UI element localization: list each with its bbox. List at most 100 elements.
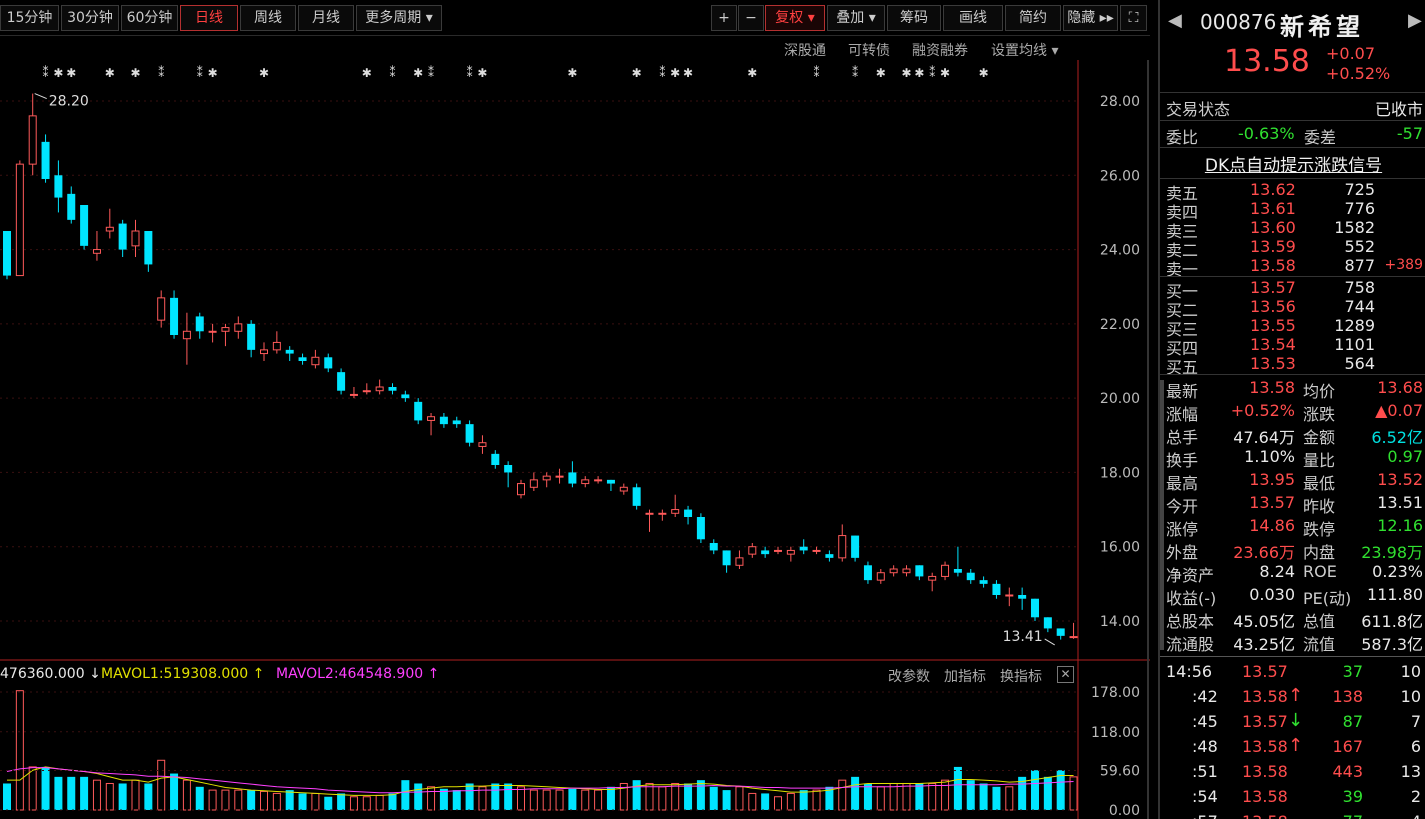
info-marker: ✱ — [130, 66, 140, 80]
chart-subbar: 深股通 可转债 融资融券 设置均线 ▾ — [0, 36, 1075, 60]
candle-body — [465, 424, 474, 443]
stats-row: 净资产 8.24 ROE 0.23% — [1160, 562, 1425, 585]
volume-bar — [388, 793, 397, 810]
volume-bar — [863, 783, 872, 810]
edit-params-link[interactable]: 改参数 — [888, 666, 930, 686]
convertible-bond-link[interactable]: 可转债 — [848, 40, 890, 60]
set-ma-dropdown[interactable]: 设置均线 ▾ — [991, 40, 1058, 60]
ask-row[interactable]: 卖五 13.62 725 — [1160, 180, 1425, 203]
candle-body — [658, 512, 667, 515]
tick-count: 13 — [1400, 762, 1421, 781]
stat-label: 净资产 — [1166, 566, 1215, 585]
candle-body — [517, 483, 525, 496]
candle-body — [388, 387, 397, 391]
ask-row[interactable]: 卖四 13.61 776 — [1160, 199, 1425, 222]
close-icon[interactable]: ✕ — [1057, 666, 1074, 683]
chips-button[interactable]: 筹码 — [887, 5, 941, 31]
candlestick-chart[interactable]: ⁑ ✱ ✱ ✱ ✱ ⁑ ⁑ ✱ ✱ ✱ ⁑ ✱ ⁑ ⁑ ✱ ✱ ✱ ⁑ ✱ ✱ ✱ ⁑ ⁑ ✱ ✱ ✱ ⁑ ✱ ✱ 28.0026.00… — [0, 60, 1150, 819]
overlay-dropdown[interactable]: 叠加 ▾ — [827, 5, 885, 31]
stat-label: 换手 — [1166, 451, 1199, 470]
volume-bar — [170, 773, 179, 810]
tick-row: :57 13.58 77 4 — [1160, 810, 1425, 819]
volume-bar — [491, 783, 500, 810]
info-marker: ⁑ — [929, 65, 935, 80]
tick-time: :54 — [1192, 787, 1218, 806]
draw-line-button[interactable]: 画线 — [943, 5, 1003, 31]
candle-body — [401, 394, 410, 399]
volume-bar — [105, 782, 114, 811]
hide-button[interactable]: 隐藏 ▸▸ — [1063, 5, 1118, 31]
stat-value: 12.16 — [1377, 516, 1423, 535]
prev-stock-icon[interactable]: ◀ — [1168, 10, 1182, 31]
period-60min-button[interactable]: 60分钟 — [121, 5, 178, 31]
next-stock-icon[interactable]: ▶ — [1408, 10, 1422, 31]
change-indicator-link[interactable]: 换指标 — [1000, 666, 1042, 686]
info-marker: ✱ — [632, 66, 642, 80]
volume-bar — [517, 786, 525, 811]
price-tick-label: 16.00 — [1100, 540, 1140, 556]
ask-row[interactable]: 卖一 13.58 877 +389 — [1160, 256, 1425, 279]
tick-row: :54 13.58 39 2 — [1160, 785, 1425, 810]
bid-row[interactable]: 买一 13.57 758 — [1160, 278, 1425, 301]
mavol2-value: MAVOL2:464548.900 ↑ — [276, 666, 440, 682]
period-30min-button[interactable]: 30分钟 — [61, 5, 119, 31]
simple-mode-button[interactable]: 简约 — [1005, 5, 1061, 31]
stat-label: 总手 — [1166, 428, 1199, 447]
candle-body — [838, 535, 847, 559]
candle-body — [568, 472, 577, 484]
stat-label: 内盘 — [1303, 543, 1336, 562]
bid-row[interactable]: 买四 13.54 1101 — [1160, 335, 1425, 358]
bid-row[interactable]: 买二 13.56 744 — [1160, 297, 1425, 320]
margin-trading-link[interactable]: 融资融券 — [912, 40, 968, 60]
candle-body — [170, 297, 179, 335]
period-weekly-button[interactable]: 周线 — [240, 5, 296, 31]
add-indicator-link[interactable]: 加指标 — [944, 666, 986, 686]
volume-bar — [3, 783, 11, 810]
bid-row[interactable]: 买三 13.55 1289 — [1160, 316, 1425, 339]
volume-bar — [427, 786, 436, 811]
order-price: 13.61 — [1250, 199, 1296, 218]
period-15min-button[interactable]: 15分钟 — [0, 5, 59, 31]
volume-bar — [285, 790, 294, 810]
order-price: 13.54 — [1250, 335, 1296, 354]
stat-value: 43.25亿 — [1233, 635, 1295, 654]
ask-row[interactable]: 卖二 13.59 552 — [1160, 237, 1425, 260]
volume-bar — [118, 783, 127, 810]
period-daily-button[interactable]: 日线 — [180, 5, 238, 31]
stats-row: 流通股 43.25亿 流值 587.3亿 — [1160, 631, 1425, 654]
stat-value: 0.97 — [1387, 447, 1423, 466]
tick-volume: 443 — [1332, 762, 1363, 781]
more-periods-dropdown[interactable]: 更多周期 ▾ — [356, 5, 442, 31]
volume-bar — [414, 783, 423, 810]
zoom-in-button[interactable]: + — [711, 5, 737, 31]
period-monthly-button[interactable]: 月线 — [298, 5, 354, 31]
volume-bar — [979, 783, 988, 810]
fullscreen-icon[interactable]: ⛶ — [1120, 5, 1147, 31]
ask-row[interactable]: 卖三 13.60 1582 — [1160, 218, 1425, 241]
price-tick-label: 18.00 — [1100, 465, 1140, 481]
shenzhen-connect-link[interactable]: 深股通 — [784, 40, 826, 60]
candle-body — [439, 416, 448, 425]
candle-body — [247, 323, 256, 350]
bid-row[interactable]: 买五 13.53 564 — [1160, 354, 1425, 377]
volume-bar — [748, 792, 757, 811]
stat-label: 涨跌 — [1303, 405, 1336, 424]
mavol2-line — [6, 767, 1074, 794]
volume-bar — [632, 780, 641, 810]
panel-scrollbar[interactable] — [1160, 380, 1164, 650]
candle-body — [311, 356, 320, 366]
candle-body — [735, 557, 744, 566]
volume-bar — [504, 783, 513, 810]
tick-arrow: ↑ — [1288, 735, 1304, 756]
dk-signal-link[interactable]: DK点自动提示涨跌信号 — [1205, 156, 1382, 176]
zoom-out-button[interactable]: − — [738, 5, 764, 31]
info-marker: ✱ — [105, 66, 115, 80]
info-marker: ✱ — [747, 66, 757, 80]
candle-body — [581, 479, 590, 485]
stat-label: 跌停 — [1303, 520, 1336, 539]
weicha-value: -57 — [1396, 124, 1423, 143]
tick-price: 13.58 — [1242, 687, 1288, 706]
volume-bar — [195, 786, 204, 810]
fuquan-dropdown[interactable]: 复权 ▾ — [765, 5, 825, 31]
stat-value: 6.52亿 — [1371, 428, 1423, 447]
